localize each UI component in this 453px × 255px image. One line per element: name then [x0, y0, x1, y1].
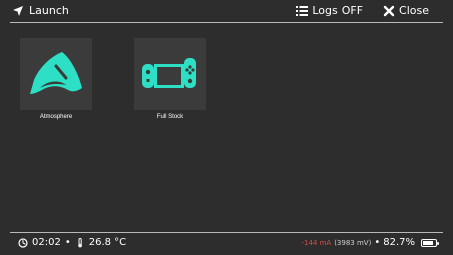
battery-fill — [423, 240, 433, 245]
tile-label: Full Stock — [156, 114, 184, 120]
temperature: 26.8 °C — [88, 237, 127, 248]
battery-percent: 82.7% — [383, 237, 415, 248]
footer-divider — [10, 232, 443, 233]
atmosphere-icon — [30, 52, 82, 94]
tile-atmosphere[interactable]: Atmosphere — [20, 38, 92, 120]
list-icon — [296, 5, 309, 16]
page-title: Launch — [29, 4, 69, 17]
status-right: -144 mA (3983 mV) • 82.7% — [301, 237, 439, 248]
launch-title: Launch — [12, 4, 69, 17]
tile-full-stock-box[interactable] — [134, 38, 206, 110]
logs-toggle[interactable]: Logs OFF — [296, 4, 363, 17]
switch-console-icon — [142, 58, 196, 88]
status-left: 02:02 • 26.8 °C — [18, 237, 126, 248]
tile-label: Atmosphere — [39, 114, 73, 120]
logs-state: OFF — [341, 4, 364, 17]
header-actions: Logs OFF Close — [296, 4, 429, 17]
close-label: Close — [399, 4, 429, 17]
tile-full-stock[interactable]: Full Stock — [134, 38, 206, 120]
status-separator: • — [64, 237, 71, 248]
battery-current: -144 mA — [301, 238, 332, 247]
battery-icon — [421, 238, 439, 247]
tile-atmosphere-box[interactable] — [20, 38, 92, 110]
close-icon — [383, 5, 395, 16]
launch-arrow-icon — [13, 5, 23, 16]
launch-options: Atmosphere Full Stock — [20, 38, 206, 120]
battery-voltage: (3983 mV) — [334, 238, 372, 247]
close-button[interactable]: Close — [383, 4, 429, 17]
clock-time: 02:02 — [32, 237, 61, 248]
header-divider — [10, 22, 443, 23]
header-bar: Launch Logs OFF Close — [0, 0, 453, 22]
logs-label: Logs — [312, 4, 338, 17]
clock-icon — [18, 237, 28, 248]
status-separator: • — [374, 237, 381, 248]
thermometer-icon — [78, 237, 82, 247]
